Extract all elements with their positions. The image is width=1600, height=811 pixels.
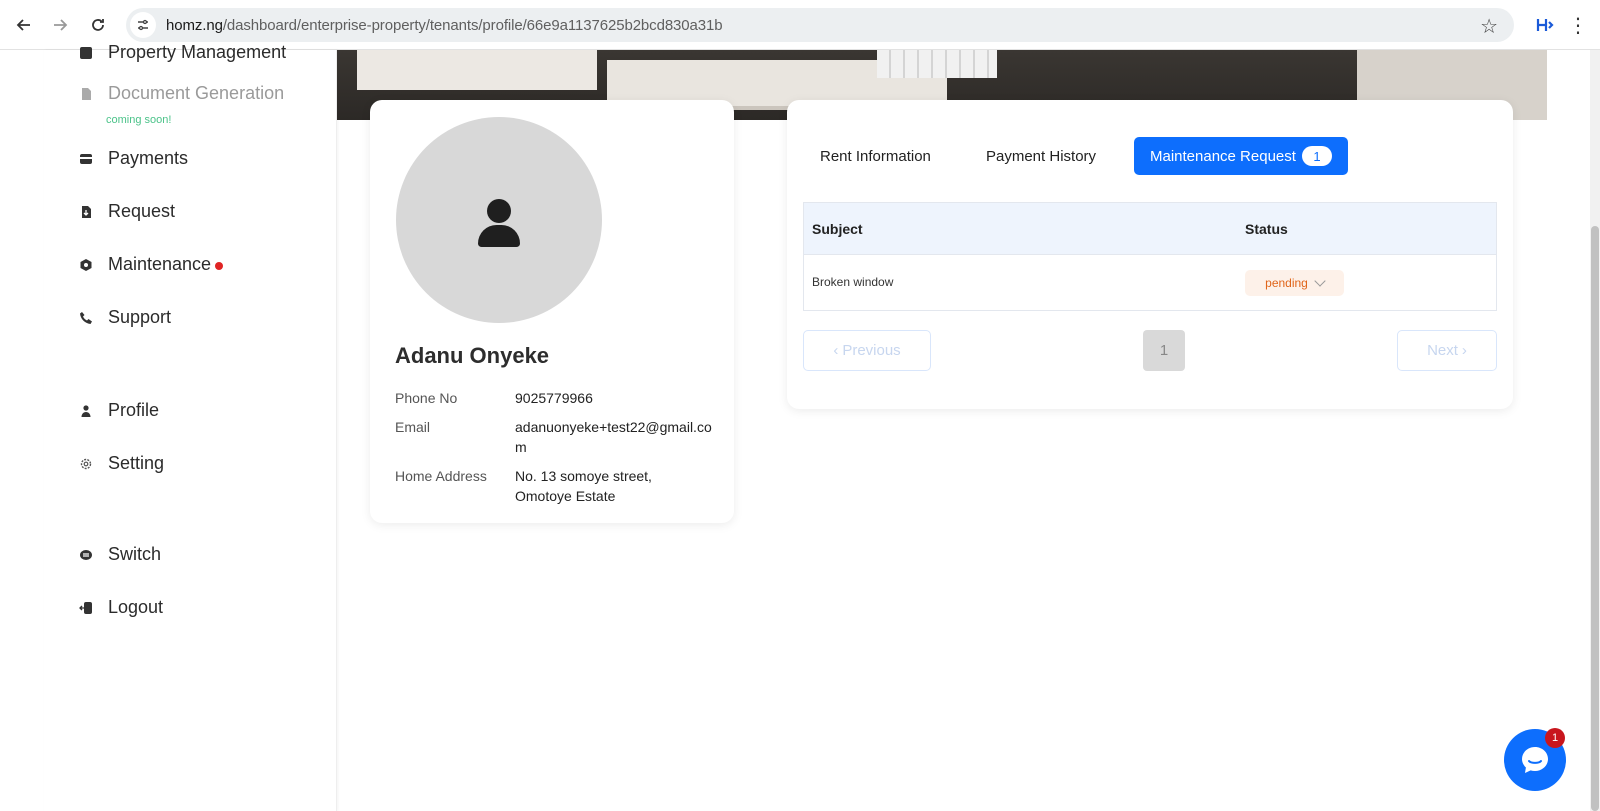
notification-dot [215, 262, 224, 270]
switch-icon [78, 547, 94, 563]
count-badge: 1 [1301, 146, 1332, 166]
tab-rent-information[interactable]: Rent Information [820, 137, 931, 175]
user-icon [78, 403, 94, 419]
sidebar-item-maintenance[interactable]: Maintenance [78, 254, 224, 275]
document-icon [78, 86, 94, 102]
url-text: homz.ng/dashboard/enterprise-property/te… [166, 17, 723, 34]
banner-decoration [877, 50, 997, 78]
chevron-right-icon: › [1461, 342, 1467, 359]
avatar-body [478, 225, 520, 247]
sidebar-item-label: Payments [108, 148, 189, 168]
next-button[interactable]: Next › [1397, 330, 1497, 371]
browser-menu-icon[interactable]: ⋮ [1568, 13, 1588, 37]
phone-value: 9025779966 [515, 390, 593, 406]
gear-icon [78, 456, 94, 472]
table-row[interactable]: Broken window pending [804, 255, 1496, 310]
email-value: adanuonyeke+test22@gmail.com [515, 419, 712, 455]
coming-soon-label: coming soon! [106, 114, 172, 126]
sidebar-item-profile[interactable]: Profile [78, 400, 159, 421]
back-arrow-icon[interactable] [12, 13, 36, 37]
status-dropdown[interactable]: pending [1245, 270, 1344, 296]
sidebar-item-support[interactable]: Support [78, 307, 171, 328]
site-info-icon[interactable] [130, 12, 156, 38]
chevron-left-icon: ‹ [833, 342, 839, 359]
sidebar-item-label: Request [108, 201, 176, 221]
building-icon [78, 45, 94, 61]
sidebar-item-label: Logout [108, 597, 164, 617]
tenant-details-card: Rent Information Payment History Mainten… [787, 100, 1513, 409]
table-header: Subject Status [804, 203, 1496, 255]
sidebar-item-label: Property Management [108, 42, 287, 62]
forward-arrow-icon[interactable] [48, 13, 72, 37]
url-host: homz.ng [166, 16, 223, 34]
extension-icon[interactable] [1532, 13, 1556, 37]
next-label: Next [1427, 342, 1458, 359]
tenant-name: Adanu Onyeke [395, 343, 550, 368]
address-bar[interactable]: homz.ng/dashboard/enterprise-property/te… [126, 8, 1514, 42]
previous-label: Previous [842, 342, 901, 359]
sidebar-item-request[interactable]: Request [78, 201, 175, 222]
address-value: No. 13 somoye street, Omotoye Estate [515, 468, 652, 504]
sidebar-item-payments[interactable]: Payments [78, 148, 188, 169]
reload-icon[interactable] [86, 13, 110, 37]
chat-notification-badge: 1 [1545, 728, 1565, 748]
tenant-profile-card: Adanu Onyeke Phone No 9025779966 Email a… [370, 100, 734, 523]
address-label: Home Address [395, 468, 487, 484]
column-header-subject: Subject [812, 221, 863, 237]
previous-button[interactable]: ‹ Previous [803, 330, 931, 371]
sidebar-item-label: Maintenance [108, 254, 212, 274]
sidebar-item-document-generation: Document Generation [78, 83, 284, 104]
avatar-head [487, 199, 511, 223]
sidebar-item-logout[interactable]: Logout [78, 597, 163, 618]
page-number-button[interactable]: 1 [1143, 330, 1185, 371]
sidebar-item-label: Profile [108, 400, 160, 420]
phone-label: Phone No [395, 390, 458, 406]
sidebar-item-label: Setting [108, 453, 165, 473]
banner-decoration [357, 50, 597, 90]
sidebar-item-label: Support [108, 307, 172, 327]
column-header-status: Status [1245, 221, 1288, 237]
chat-bubble-icon [1522, 747, 1548, 773]
phone-icon [78, 310, 94, 326]
sidebar-item-property-management[interactable]: Property Management [78, 42, 286, 63]
bookmark-star-icon[interactable]: ☆ [1480, 14, 1498, 39]
tab-maintenance-request[interactable]: Maintenance Request 1 [1134, 137, 1348, 175]
sidebar: Property Management Document Generation … [44, 42, 337, 811]
scrollbar-thumb[interactable] [1591, 226, 1599, 811]
status-text: pending [1265, 276, 1308, 290]
tab-label: Maintenance Request [1150, 147, 1296, 165]
maintenance-icon [78, 257, 94, 273]
chevron-down-icon [1314, 275, 1326, 287]
sidebar-item-setting[interactable]: Setting [78, 453, 164, 474]
logout-icon [78, 600, 94, 616]
subject-cell: Broken window [812, 275, 894, 289]
url-path: /dashboard/enterprise-property/tenants/p… [222, 16, 723, 34]
request-icon [78, 204, 94, 220]
sidebar-item-label: Document Generation [108, 83, 285, 103]
tab-payment-history[interactable]: Payment History [986, 137, 1096, 175]
email-label: Email [395, 419, 431, 435]
sidebar-item-label: Switch [108, 544, 162, 564]
avatar [396, 117, 602, 323]
maintenance-table: Subject Status Broken window pending [803, 202, 1497, 311]
wallet-icon [78, 151, 94, 167]
sidebar-item-switch[interactable]: Switch [78, 544, 161, 565]
